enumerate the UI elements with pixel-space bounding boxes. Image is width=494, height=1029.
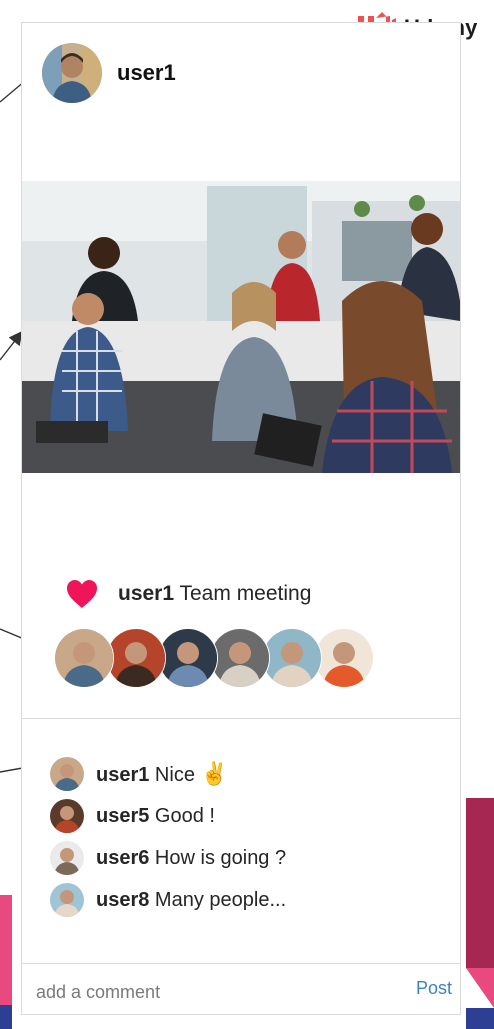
comment-username[interactable]: user6: [96, 847, 149, 869]
comment-avatar[interactable]: [50, 883, 84, 917]
victory-hand-icon: ✌: [200, 761, 228, 786]
comment-item: user8 Many people...: [50, 879, 286, 921]
liker-avatar-2[interactable]: [106, 628, 166, 688]
post-comment-button[interactable]: Post: [416, 978, 452, 999]
add-comment-input[interactable]: [36, 978, 366, 1006]
comment-text: user6 How is going ?: [96, 847, 286, 870]
likers-avatar-row: [54, 628, 374, 688]
comment-item: user6 How is going ?: [50, 837, 286, 879]
comment-text: user1 Nice ✌: [96, 761, 228, 787]
comment-body: Nice: [149, 764, 201, 786]
comment-username[interactable]: user8: [96, 889, 149, 911]
comment-body: Many people...: [149, 888, 287, 911]
comment-avatar[interactable]: [50, 799, 84, 833]
section-divider: [22, 718, 460, 719]
comment-item: user1 Nice ✌: [50, 753, 286, 795]
liker-avatar-5[interactable]: [262, 628, 322, 688]
decor-shape-left-blue: [0, 1005, 12, 1029]
caption-row: user1 Team meeting: [66, 579, 311, 609]
team-meeting-photo: [22, 181, 460, 473]
post-author-username[interactable]: user1: [117, 60, 176, 86]
decor-shape-right-blue: [466, 1008, 494, 1029]
decor-shape-right-pink: [466, 968, 494, 1008]
decor-shape-left-pink: [0, 895, 12, 1005]
post-caption: user1 Team meeting: [118, 582, 311, 606]
comment-text: user8 Many people...: [96, 889, 286, 912]
liker-avatar-4[interactable]: [210, 628, 270, 688]
caption-text: Team meeting: [174, 582, 312, 605]
liker-avatar-3[interactable]: [158, 628, 218, 688]
comment-input-divider: [22, 963, 460, 964]
comment-avatar[interactable]: [50, 757, 84, 791]
liker-avatar-1[interactable]: [54, 628, 114, 688]
comment-text: user5 Good !: [96, 805, 215, 828]
like-heart-icon[interactable]: [66, 579, 98, 609]
decor-shape-right-maroon: [466, 798, 494, 968]
comment-username[interactable]: user5: [96, 805, 149, 827]
post-author-avatar[interactable]: [42, 43, 102, 103]
comment-username[interactable]: user1: [96, 764, 149, 786]
arrow-to-photo: [0, 330, 23, 361]
liker-avatar-6[interactable]: [314, 628, 374, 688]
comment-avatar[interactable]: [50, 841, 84, 875]
comments-list: user1 Nice ✌ user5 Good ! user6 How is goi…: [50, 753, 286, 921]
post-header: user1: [42, 43, 176, 103]
comment-body: How is going ?: [149, 846, 287, 869]
post-card: user1 user1 Team meeting user1 Nice ✌ us…: [21, 22, 461, 1015]
comment-body: Good !: [149, 804, 215, 827]
comment-item: user5 Good !: [50, 795, 286, 837]
caption-username[interactable]: user1: [118, 582, 174, 605]
